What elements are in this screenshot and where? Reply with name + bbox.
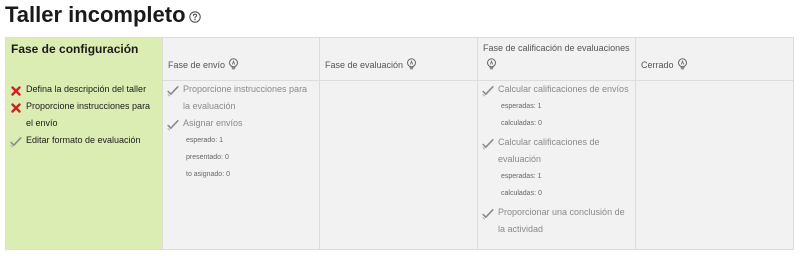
task-label[interactable]: Proporcione instrucciones para el envío [26, 98, 158, 132]
task-item: Asignar envíos esperado: 1 presentado: 0 to a… [167, 115, 315, 185]
task-body: Editar formato de evaluación [26, 132, 158, 149]
task-body: Calcular calificaciones de envíos esperad… [498, 81, 631, 134]
detail-value: 1 [219, 137, 224, 144]
task-label[interactable]: Asignar envíos [183, 115, 315, 132]
task-label[interactable]: Proporcione instrucciones para la evalua… [183, 81, 315, 115]
page-title: Taller incompleto [5, 2, 201, 28]
task-label[interactable]: Calcular calificaciones de evaluación [498, 134, 631, 168]
phase-name: Fase de envío [168, 60, 226, 70]
task-body: Proporcione instrucciones para la evalua… [183, 81, 315, 115]
phase-header: Cerrado [636, 38, 793, 81]
cross-icon [10, 84, 22, 96]
detail-label: presentado: [186, 154, 223, 161]
check-icon [482, 137, 494, 150]
check-icon [482, 207, 494, 220]
detail-value: 0 [538, 190, 542, 197]
task-item: Calcular calificaciones de envíos esperad… [482, 81, 631, 134]
phase-column-0: Fase de configuración Defina la descripci… [6, 38, 163, 249]
task-detail: presentado: 0 [186, 149, 315, 166]
phase-name: Fase de evaluación [325, 60, 404, 70]
detail-value: 1 [537, 173, 542, 180]
task-detail: esperadas: 1 [501, 98, 631, 115]
task-detail: calculadas: 0 [501, 115, 631, 132]
phase-name-wrap: Fase de envío [168, 57, 239, 74]
task-body: Calcular calificaciones de evaluación esp… [498, 134, 631, 204]
switch-phase-bulb-icon[interactable] [228, 58, 239, 70]
phase-header: Fase de evaluación [320, 38, 477, 81]
detail-value: 0 [224, 154, 229, 161]
question-circle-icon[interactable] [188, 11, 201, 23]
detail-label: to asignado: [186, 171, 225, 178]
task-body: Defina la descripción del taller [26, 81, 158, 98]
task-body: Asignar envíos esperado: 1 presentado: 0 to a… [183, 115, 315, 185]
switch-phase-bulb-icon[interactable] [406, 58, 417, 70]
task-detail: to asignado: 0 [186, 166, 315, 183]
task-item: Calcular calificaciones de evaluación esp… [482, 134, 631, 204]
phase-header: Fase de envío [163, 38, 319, 81]
detail-value: 0 [226, 171, 231, 178]
check-icon [482, 84, 494, 97]
task-item: Proporcione instrucciones para la evalua… [167, 81, 315, 115]
phase-name: Fase de calificación de evaluaciones [483, 43, 630, 53]
task-label[interactable]: Proporcionar una conclusión de la activi… [498, 204, 631, 238]
task-list: Defina la descripción del taller Proporci… [6, 81, 162, 149]
phase-name-wrap: Fase de configuración [11, 41, 138, 57]
phase-name-wrap: Fase de calificación de evaluaciones [483, 40, 630, 74]
task-item: Proporcionar una conclusión de la activi… [482, 204, 631, 238]
detail-value: 1 [537, 103, 542, 110]
check-icon [10, 135, 22, 148]
task-detail: calculadas: 0 [501, 185, 631, 202]
task-item: Editar formato de evaluación [10, 132, 158, 149]
task-label[interactable]: Calcular calificaciones de envíos [498, 81, 631, 98]
detail-label: calculadas: [501, 190, 537, 197]
page-title-text: Taller incompleto [5, 2, 186, 27]
task-details: esperadas: 1 calculadas: 0 [498, 168, 631, 204]
task-label[interactable]: Defina la descripción del taller [26, 81, 158, 98]
task-body: Proporcionar una conclusión de la activi… [498, 204, 631, 238]
phase-column-3: Fase de calificación de evaluaciones Calc… [478, 38, 636, 249]
phase-column-2: Fase de evaluación [320, 38, 478, 249]
phase-name-wrap: Cerrado [641, 57, 688, 74]
task-body: Proporcione instrucciones para el envío [26, 98, 158, 132]
detail-value: 0 [538, 120, 542, 127]
detail-label: calculadas: [501, 120, 537, 127]
task-detail: esperadas: 1 [501, 168, 631, 185]
check-icon [167, 84, 179, 97]
switch-phase-bulb-icon[interactable] [677, 58, 688, 70]
detail-label: esperadas: [501, 173, 536, 180]
workshop-planner: Fase de configuración Defina la descripci… [5, 37, 794, 250]
phase-header: Fase de calificación de evaluaciones [478, 38, 635, 81]
switch-phase-bulb-icon[interactable] [486, 58, 497, 70]
task-detail: esperado: 1 [186, 132, 315, 149]
phase-header: Fase de configuración [6, 38, 162, 81]
phase-name-wrap: Fase de evaluación [325, 57, 417, 74]
phase-column-1: Fase de envío Proporcione instrucciones p… [163, 38, 320, 249]
task-details: esperado: 1 presentado: 0 to asignado: 0 [183, 132, 315, 185]
cross-icon [10, 101, 22, 113]
task-item: Proporcione instrucciones para el envío [10, 98, 158, 132]
phase-name: Fase de configuración [11, 42, 139, 56]
phase-column-4: Cerrado [636, 38, 793, 249]
task-item: Defina la descripción del taller [10, 81, 158, 98]
detail-label: esperado: [186, 137, 218, 144]
task-list: Calcular calificaciones de envíos esperad… [478, 81, 635, 238]
task-list: Proporcione instrucciones para la evalua… [163, 81, 319, 185]
detail-label: esperadas: [501, 103, 536, 110]
phase-name: Cerrado [641, 60, 674, 70]
task-label[interactable]: Editar formato de evaluación [26, 132, 158, 149]
task-details: esperadas: 1 calculadas: 0 [498, 98, 631, 134]
check-icon [167, 118, 179, 131]
